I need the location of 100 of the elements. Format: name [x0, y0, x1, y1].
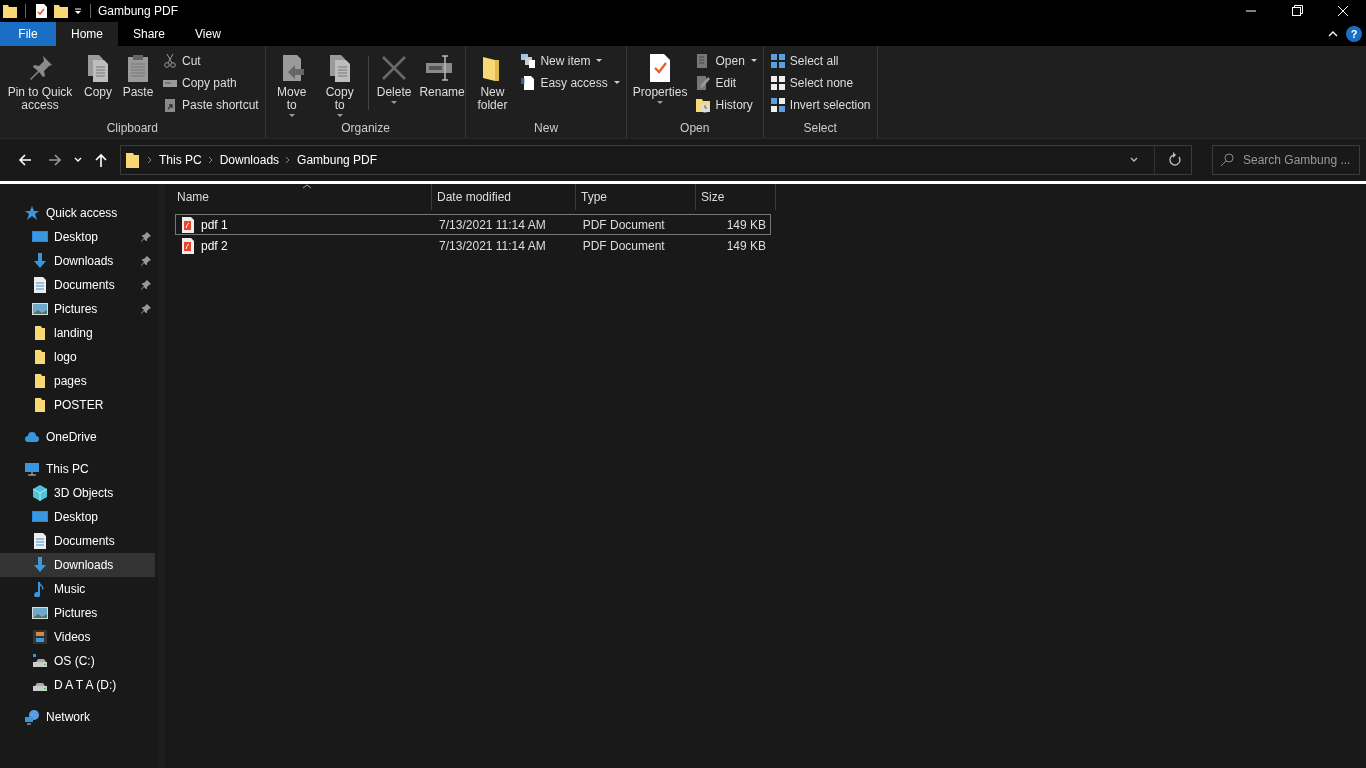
ribbon-button[interactable]: Copy to [316, 50, 363, 120]
caret-icon [750, 59, 757, 63]
search-icon [1219, 152, 1235, 168]
nav-item[interactable]: Pictures [0, 297, 155, 321]
nav-item[interactable]: Downloads [0, 553, 155, 577]
ribbon-button[interactable]: Select all [766, 50, 874, 72]
file-row[interactable]: pdf 1 7/13/2021 11:14 AM PDF Document 149 KB [175, 214, 771, 235]
picture-icon [32, 605, 48, 621]
ribbon-tab[interactable]: View [180, 22, 236, 46]
address-bar[interactable]: This PC Downloads Gambung PDF [120, 145, 1192, 175]
selectnone-icon [769, 75, 786, 91]
nav-item[interactable]: Desktop [0, 225, 155, 249]
ribbon-button[interactable]: Rename [416, 50, 463, 101]
document-icon [32, 277, 48, 293]
history-icon [695, 97, 712, 113]
back-arrow-icon[interactable] [17, 152, 33, 168]
breadcrumb[interactable]: This PC [159, 153, 202, 167]
pin-icon[interactable] [141, 304, 151, 314]
ribbon-tab[interactable]: Home [56, 22, 118, 46]
star-icon [24, 205, 40, 221]
desktop-icon [32, 509, 48, 525]
ribbon-button[interactable]: Copy path [159, 72, 262, 94]
folder-icon[interactable] [2, 3, 18, 19]
nav-item[interactable]: Quick access [0, 201, 155, 225]
ribbon-button[interactable]: Properties [629, 50, 691, 107]
nav-item[interactable]: This PC [0, 457, 155, 481]
file-menu-tab[interactable]: File [0, 22, 56, 46]
ribbon-button[interactable]: Invert selection [766, 94, 874, 116]
nav-item[interactable]: landing [0, 321, 155, 345]
forward-arrow-icon[interactable] [47, 152, 63, 168]
table-cell: 149 KB [726, 217, 766, 232]
file-row[interactable]: pdf 2 7/13/2021 11:14 AM PDF Document 149 KB [175, 235, 771, 256]
column-header[interactable]: Type [576, 184, 696, 210]
window-title: Gambung PDF [98, 4, 179, 18]
folder-icon [32, 373, 48, 389]
ribbon-button[interactable]: Pin to Quick access [3, 50, 77, 114]
ribbon-button[interactable]: Delete [373, 50, 415, 107]
ribbon-button[interactable]: New item [517, 50, 623, 72]
folder-icon[interactable] [53, 3, 69, 19]
table-cell: PDF Document [582, 238, 665, 253]
ribbon-button[interactable]: History [692, 94, 760, 116]
ribbon-group-label: Clipboard [105, 120, 160, 137]
nav-item[interactable]: Desktop [0, 505, 155, 529]
refresh-icon[interactable] [1167, 152, 1183, 168]
nav-item[interactable]: OneDrive [0, 425, 155, 449]
folder-icon [125, 152, 141, 168]
table-cell: 7/13/2021 11:14 AM [439, 217, 546, 232]
collapse-ribbon-icon[interactable] [1328, 29, 1338, 39]
breadcrumb[interactable]: Downloads [219, 153, 280, 167]
cloud-icon [24, 429, 40, 445]
help-button[interactable]: ? [1346, 26, 1362, 42]
ribbon-button[interactable]: Edit [692, 72, 760, 94]
newitem-icon [520, 53, 537, 69]
column-header[interactable]: Size [696, 184, 776, 210]
nav-item[interactable]: pages [0, 369, 155, 393]
nav-item[interactable]: D A T A (D:) [0, 673, 155, 697]
nav-item[interactable]: POSTER [0, 393, 155, 417]
nav-item[interactable]: OS (C:) [0, 649, 155, 673]
pdf-file-icon [180, 216, 196, 233]
table-cell: pdf 1 [201, 217, 228, 232]
pin-icon[interactable] [141, 232, 151, 242]
table-cell: PDF Document [582, 217, 665, 232]
ribbon-button[interactable]: Paste [119, 50, 157, 101]
ribbon-button[interactable]: Cut [159, 50, 262, 72]
chevron-icon [285, 156, 292, 164]
ribbon-tab[interactable]: Share [118, 22, 181, 46]
nav-item[interactable]: Music [0, 577, 155, 601]
selectall-icon [769, 53, 786, 69]
nav-item[interactable]: Videos [0, 625, 155, 649]
ribbon-button[interactable]: Paste shortcut [159, 94, 262, 116]
table-cell: pdf 2 [201, 238, 228, 253]
column-header[interactable]: Date modified [432, 184, 576, 210]
ribbon-button[interactable]: Move to [268, 50, 315, 120]
up-arrow-icon[interactable] [93, 152, 109, 168]
ribbon-button[interactable]: Select none [766, 72, 874, 94]
properties-icon[interactable] [33, 3, 49, 19]
caret-icon [613, 81, 620, 85]
ribbon-button[interactable]: Open [692, 50, 760, 72]
nav-item[interactable]: Network [0, 705, 155, 729]
nav-item[interactable]: Documents [0, 273, 155, 297]
pin-icon[interactable] [141, 280, 151, 290]
nav-item[interactable]: Downloads [0, 249, 155, 273]
search-field[interactable]: Search Gambung ... [1212, 145, 1360, 175]
chevron-icon [207, 156, 214, 164]
monitor-icon [24, 461, 40, 477]
cut-icon [162, 53, 178, 69]
ribbon-button[interactable]: New folder [469, 50, 516, 114]
pin-icon[interactable] [141, 256, 151, 266]
ribbon-button[interactable]: Easy access [517, 72, 623, 94]
customize-dropdown-icon[interactable] [73, 6, 83, 16]
ribbon-button[interactable]: Copy [79, 50, 117, 101]
nav-item[interactable]: 3D Objects [0, 481, 155, 505]
breadcrumb[interactable]: Gambung PDF [297, 153, 378, 167]
nav-item[interactable]: Documents [0, 529, 155, 553]
ribbon-group-label: Open [679, 120, 711, 137]
nav-item[interactable]: logo [0, 345, 155, 369]
video-icon [32, 629, 48, 645]
column-header[interactable]: Name [172, 184, 432, 210]
caret-icon [596, 59, 603, 63]
nav-item[interactable]: Pictures [0, 601, 155, 625]
